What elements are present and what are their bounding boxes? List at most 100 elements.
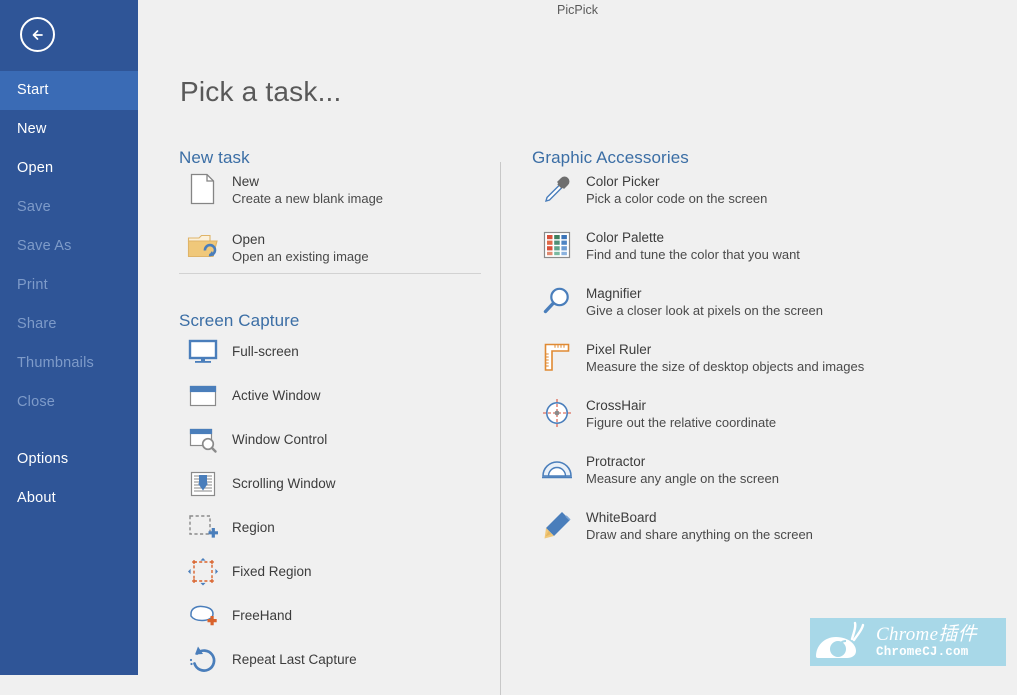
- task-desc: Open an existing image: [232, 249, 369, 264]
- watermark-line-2: ChromeCJ.com: [876, 644, 969, 659]
- task-desc: Create a new blank image: [232, 191, 384, 206]
- section-heading-screen-capture: Screen Capture: [179, 311, 300, 330]
- capture-item-freehand[interactable]: FreeHand: [186, 599, 292, 633]
- sidebar-item-share: Share: [17, 316, 57, 332]
- column-divider: [500, 162, 501, 695]
- accessory-text: WhiteBoard Draw and share anything on th…: [586, 508, 813, 543]
- task-text: Open Open an existing image: [232, 230, 369, 265]
- accessory-item-pixel-ruler[interactable]: Pixel Ruler Measure the size of desktop …: [540, 340, 864, 375]
- sidebar-item-close: Close: [17, 394, 56, 410]
- sidebar-item-start[interactable]: Start: [0, 71, 138, 110]
- scrolling-window-icon: [186, 467, 220, 501]
- capture-text: Repeat Last Capture: [232, 643, 357, 668]
- eyedropper-icon: [540, 172, 574, 206]
- section-heading-new-task: New task: [179, 148, 250, 167]
- accessory-text: CrossHair Figure out the relative coordi…: [586, 396, 776, 431]
- sidebar-item-save: Save: [17, 199, 51, 215]
- sidebar-item-thumbnails: Thumbnails: [17, 355, 94, 371]
- accessory-title: Protractor: [586, 454, 646, 469]
- capture-item-repeat-last-capture[interactable]: Repeat Last Capture: [186, 643, 357, 677]
- capture-title: Fixed Region: [232, 564, 312, 579]
- capture-title: Active Window: [232, 388, 321, 403]
- accessory-title: Pixel Ruler: [586, 342, 652, 357]
- back-arrow-icon: [27, 24, 49, 46]
- capture-item-active-window[interactable]: Active Window: [186, 379, 321, 413]
- main-content: Pick a task... New task New Create a new…: [138, 20, 1017, 695]
- sidebar-item-save-as: Save As: [17, 238, 72, 254]
- accessory-text: Color Picker Pick a color code on the sc…: [586, 172, 767, 207]
- sidebar-item-new[interactable]: New: [0, 110, 138, 149]
- capture-item-fixed-region[interactable]: Fixed Region: [186, 555, 312, 589]
- active-window-icon: [186, 379, 220, 413]
- accessory-title: CrossHair: [586, 398, 647, 413]
- capture-text: Full-screen: [232, 335, 299, 360]
- capture-text: Scrolling Window: [232, 467, 336, 492]
- accessory-title: Magnifier: [586, 286, 642, 301]
- task-title: New: [232, 174, 260, 189]
- capture-item-region[interactable]: Region: [186, 511, 275, 545]
- whiteboard-icon: [540, 508, 574, 542]
- capture-text: Fixed Region: [232, 555, 312, 580]
- sidebar: Start New Open Save Save As Print Share …: [0, 0, 138, 675]
- capture-title: Full-screen: [232, 344, 299, 359]
- sidebar-item-about[interactable]: About: [0, 479, 138, 518]
- capture-text: Window Control: [232, 423, 327, 448]
- accessory-item-color-palette[interactable]: Color Palette Find and tune the color th…: [540, 228, 800, 263]
- sidebar-item-open[interactable]: Open: [0, 149, 138, 188]
- task-item-open[interactable]: Open Open an existing image: [186, 230, 369, 265]
- task-title: Open: [232, 232, 266, 247]
- accessory-title: Color Picker: [586, 174, 660, 189]
- capture-title: Repeat Last Capture: [232, 652, 357, 667]
- crosshair-icon: [540, 396, 574, 430]
- accessory-title: WhiteBoard: [586, 510, 657, 525]
- accessory-item-protractor[interactable]: Protractor Measure any angle on the scre…: [540, 452, 779, 487]
- section-heading-graphic-accessories: Graphic Accessories: [532, 148, 689, 167]
- accessory-desc: Draw and share anything on the screen: [586, 527, 813, 542]
- region-icon: [186, 511, 220, 545]
- capture-text: Active Window: [232, 379, 321, 404]
- protractor-icon: [540, 452, 574, 486]
- window-control-icon: [186, 423, 220, 457]
- new-document-icon: [186, 172, 220, 206]
- accessory-text: Protractor Measure any angle on the scre…: [586, 452, 779, 487]
- accessory-text: Color Palette Find and tune the color th…: [586, 228, 800, 263]
- accessory-desc: Measure any angle on the screen: [586, 471, 779, 486]
- freehand-icon: [186, 599, 220, 633]
- app-title: PicPick: [557, 3, 598, 17]
- capture-text: FreeHand: [232, 599, 292, 624]
- accessory-item-crosshair[interactable]: CrossHair Figure out the relative coordi…: [540, 396, 776, 431]
- back-button[interactable]: [20, 17, 55, 52]
- accessory-title: Color Palette: [586, 230, 665, 245]
- accessory-desc: Find and tune the color that you want: [586, 247, 800, 262]
- accessory-item-color-picker[interactable]: Color Picker Pick a color code on the sc…: [540, 172, 767, 207]
- accessory-desc: Pick a color code on the screen: [586, 191, 768, 206]
- sidebar-item-options[interactable]: Options: [0, 440, 138, 479]
- capture-title: FreeHand: [232, 608, 293, 623]
- snail-logo-icon: [810, 620, 876, 664]
- accessory-item-whiteboard[interactable]: WhiteBoard Draw and share anything on th…: [540, 508, 813, 543]
- capture-item-window-control[interactable]: Window Control: [186, 423, 327, 457]
- capture-title: Region: [232, 520, 275, 535]
- monitor-icon: [186, 335, 220, 369]
- sidebar-item-print: Print: [17, 277, 48, 293]
- capture-text: Region: [232, 511, 275, 536]
- color-palette-icon: [540, 228, 574, 262]
- watermark-line-1: Chrome插件: [876, 623, 977, 645]
- accessory-text: Pixel Ruler Measure the size of desktop …: [586, 340, 864, 375]
- accessory-text: Magnifier Give a closer look at pixels o…: [586, 284, 823, 319]
- repeat-capture-icon: [186, 643, 220, 677]
- capture-item-scrolling-window[interactable]: Scrolling Window: [186, 467, 336, 501]
- pixel-ruler-icon: [540, 340, 574, 374]
- fixed-region-icon: [186, 555, 220, 589]
- magnifier-icon: [540, 284, 574, 318]
- capture-item-full-screen[interactable]: Full-screen: [186, 335, 299, 369]
- section-divider: [179, 273, 481, 274]
- accessory-desc: Measure the size of desktop objects and …: [586, 359, 865, 374]
- capture-title: Window Control: [232, 432, 328, 447]
- task-item-new[interactable]: New Create a new blank image: [186, 172, 383, 207]
- watermark: Chrome插件 ChromeCJ.com: [810, 618, 1006, 666]
- open-folder-icon: [186, 230, 220, 264]
- watermark-text: Chrome插件 ChromeCJ.com: [876, 623, 977, 660]
- accessory-item-magnifier[interactable]: Magnifier Give a closer look at pixels o…: [540, 284, 823, 319]
